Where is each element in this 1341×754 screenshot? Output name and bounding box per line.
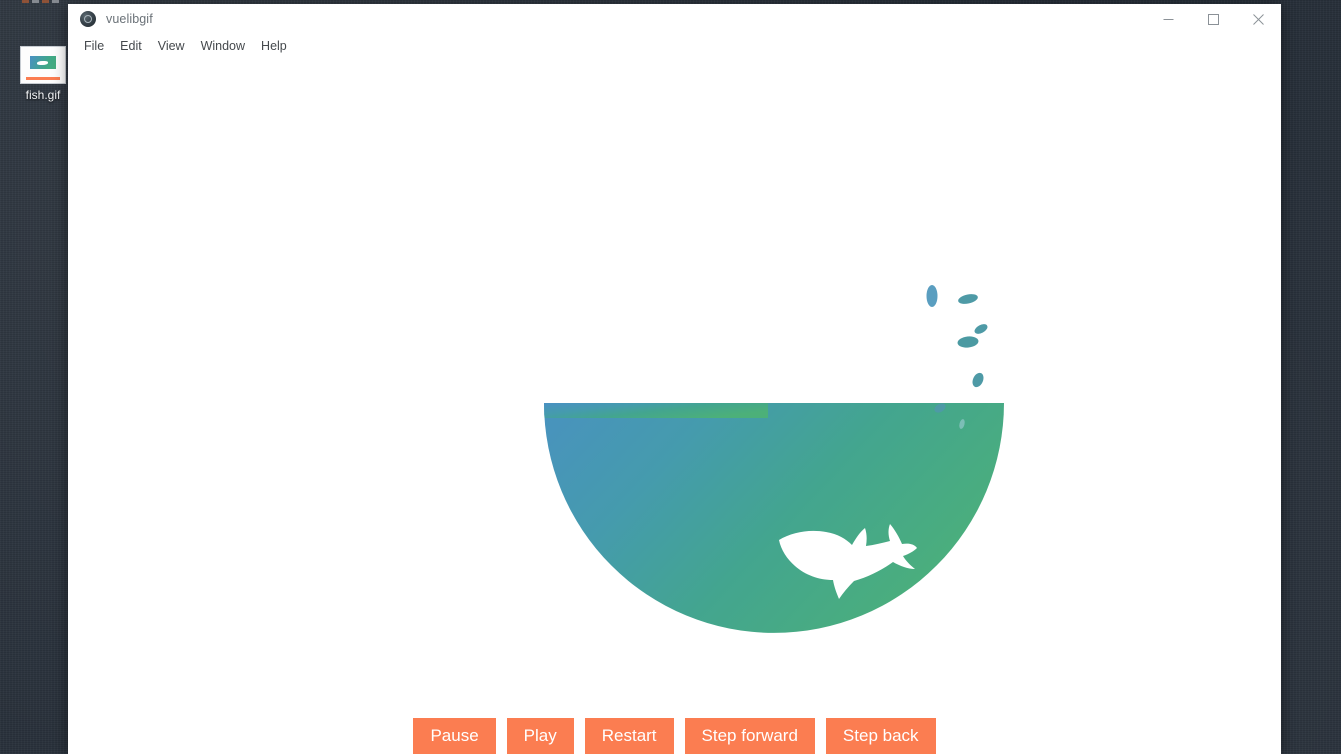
gif-file-thumbnail-icon — [20, 46, 66, 84]
menu-item-view[interactable]: View — [150, 36, 193, 56]
pause-button[interactable]: Pause — [413, 718, 496, 754]
menu-item-edit[interactable]: Edit — [112, 36, 150, 56]
droplet-4 — [957, 336, 979, 348]
cut-off-taskbar-strip — [0, 0, 70, 6]
fish-gif-artwork — [544, 285, 1004, 633]
droplet-2 — [958, 294, 978, 304]
window-title: vuelibgif — [106, 12, 153, 26]
close-icon[interactable] — [1236, 4, 1281, 34]
application-window[interactable]: vuelibgif File Edit View Window Help Pau… — [68, 4, 1281, 754]
thumbnail-button-bar — [26, 77, 60, 80]
restart-button[interactable]: Restart — [584, 718, 674, 754]
window-controls[interactable] — [1146, 4, 1281, 34]
maximize-icon[interactable] — [1191, 4, 1236, 34]
step-forward-button[interactable]: Step forward — [684, 718, 815, 754]
menu-item-file[interactable]: File — [76, 36, 112, 56]
desktop-icon-label: fish.gif — [25, 88, 61, 102]
strip-mark-4 — [52, 0, 59, 3]
title-bar[interactable]: vuelibgif — [68, 4, 1281, 34]
droplet-3 — [974, 324, 988, 334]
water-bowl — [544, 403, 1004, 633]
droplet-1 — [926, 285, 938, 307]
droplet-5 — [972, 372, 984, 388]
step-back-button[interactable]: Step back — [825, 718, 936, 754]
menu-item-help[interactable]: Help — [253, 36, 295, 56]
playback-controls[interactable]: Pause Play Restart Step forward Step bac… — [68, 718, 1281, 754]
play-button[interactable]: Play — [506, 718, 574, 754]
menu-item-window[interactable]: Window — [193, 36, 253, 56]
desktop-icon-fish-gif[interactable]: fish.gif — [12, 46, 74, 102]
content-area: Pause Play Restart Step forward Step bac… — [68, 58, 1281, 754]
strip-mark-3 — [42, 0, 49, 3]
strip-mark-1 — [22, 0, 29, 3]
desktop[interactable]: fish.gif vuelibgif File Edit View Window… — [0, 0, 1341, 754]
gif-preview-canvas[interactable] — [68, 58, 1281, 754]
electron-app-icon — [80, 11, 96, 27]
menu-bar[interactable]: File Edit View Window Help — [68, 34, 1281, 58]
strip-mark-2 — [32, 0, 39, 3]
minimize-icon[interactable] — [1146, 4, 1191, 34]
